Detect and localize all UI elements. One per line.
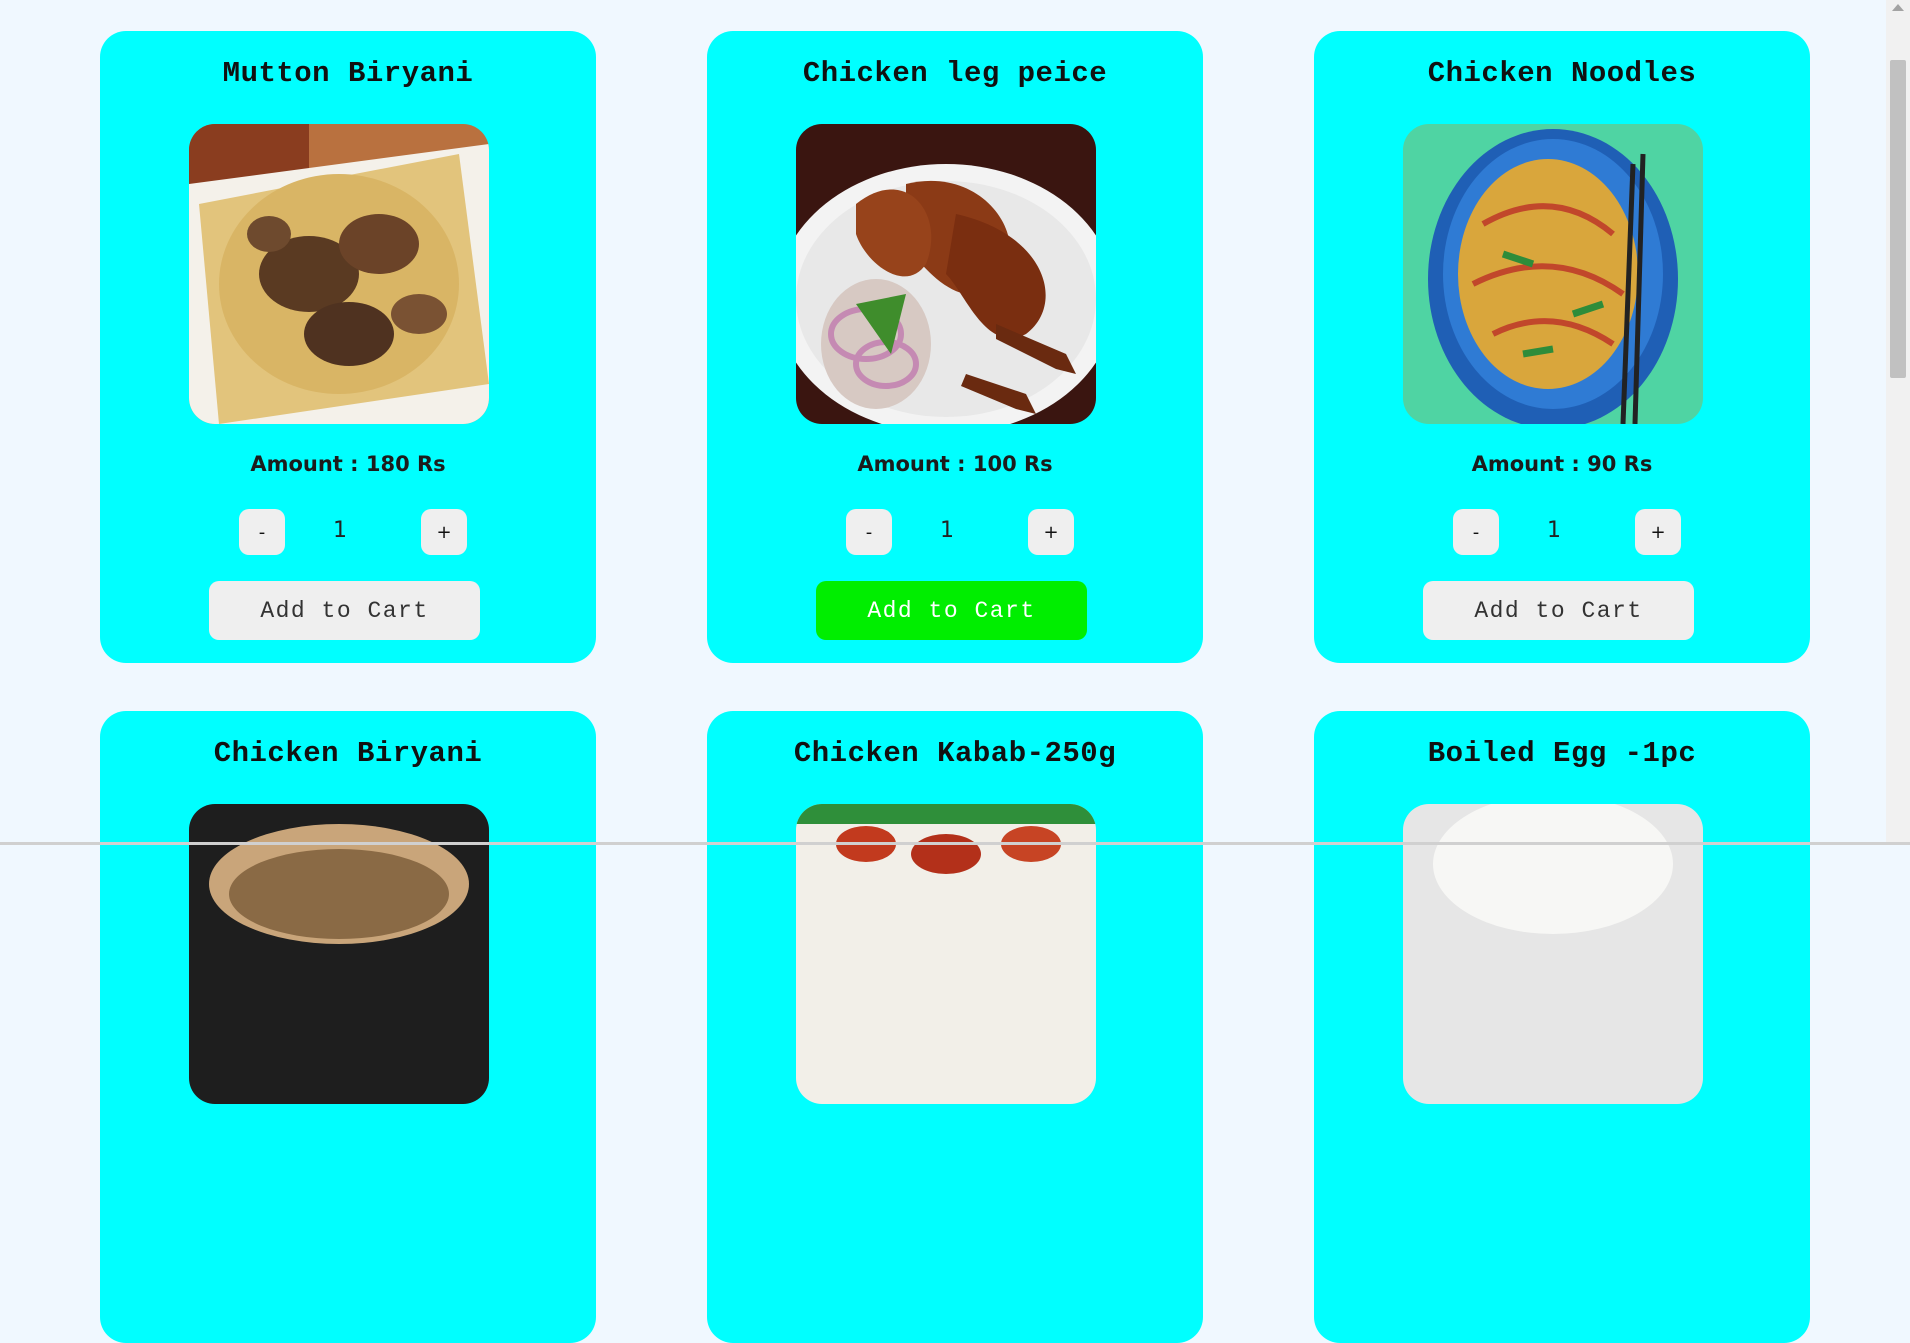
product-title: Chicken Kabab-250g	[793, 737, 1117, 770]
product-amount: Amount : 90 Rs	[1471, 452, 1653, 476]
decrease-quantity-button[interactable]: -	[846, 509, 892, 555]
add-to-cart-button[interactable]: Add to Cart	[1423, 581, 1694, 640]
quantity-value: 1	[333, 518, 347, 543]
product-title: Chicken Biryani	[213, 737, 483, 770]
product-amount: Amount : 180 Rs	[250, 452, 446, 476]
product-title: Chicken Noodles	[1427, 57, 1697, 90]
increase-quantity-button[interactable]: +	[1635, 509, 1681, 555]
product-title: Mutton Biryani	[222, 57, 474, 90]
add-to-cart-button[interactable]: Add to Cart	[816, 581, 1087, 640]
quantity-value: 1	[1547, 518, 1561, 543]
decrease-quantity-button[interactable]: -	[1453, 509, 1499, 555]
product-card: Chicken Noodles Amount : 90 Rs - 1 + Add…	[1314, 31, 1810, 663]
product-title: Boiled Egg -1pc	[1427, 737, 1697, 770]
chicken-biryani-image	[189, 804, 489, 1104]
scrollbar-thumb[interactable]	[1890, 60, 1906, 378]
product-card: Boiled Egg -1pc	[1314, 711, 1810, 1343]
chicken-leg-image	[796, 124, 1096, 424]
scroll-up-arrow-icon[interactable]	[1892, 4, 1904, 11]
increase-quantity-button[interactable]: +	[421, 509, 467, 555]
vertical-scrollbar[interactable]	[1886, 0, 1910, 845]
mutton-biryani-image	[189, 124, 489, 424]
product-card: Mutton Biryani Amount : 180 Rs - 1 + Add…	[100, 31, 596, 663]
quantity-stepper: - 1 +	[707, 509, 1203, 555]
increase-quantity-button[interactable]: +	[1028, 509, 1074, 555]
boiled-egg-image	[1403, 804, 1703, 1104]
product-title: Chicken leg peice	[802, 57, 1108, 90]
product-grid: Mutton Biryani Amount : 180 Rs - 1 + Add…	[100, 31, 1810, 1343]
chicken-noodles-image	[1403, 124, 1703, 424]
product-card: Chicken Kabab-250g	[707, 711, 1203, 1343]
quantity-stepper: - 1 +	[100, 509, 596, 555]
decrease-quantity-button[interactable]: -	[239, 509, 285, 555]
chicken-kabab-image	[796, 804, 1096, 1104]
add-to-cart-button[interactable]: Add to Cart	[209, 581, 480, 640]
quantity-value: 1	[940, 518, 954, 543]
product-card: Chicken Biryani	[100, 711, 596, 1343]
product-card: Chicken leg peice Amount : 100 Rs - 1 +	[707, 31, 1203, 663]
quantity-stepper: - 1 +	[1314, 509, 1810, 555]
product-amount: Amount : 100 Rs	[857, 452, 1053, 476]
